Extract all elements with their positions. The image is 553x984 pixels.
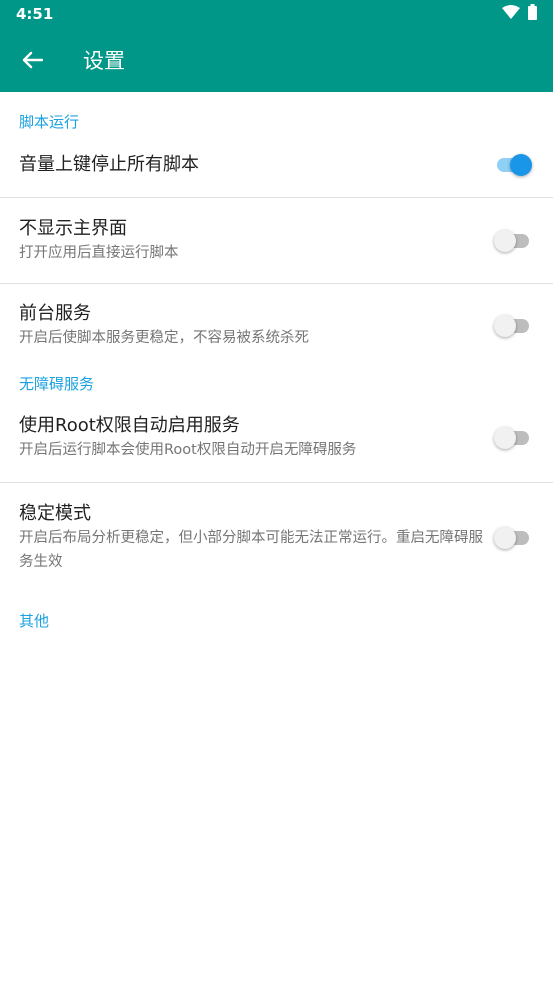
pref-text: 稳定模式 开启后布局分析更稳定，但小部分脚本可能无法正常运行。重启无障碍服务生效 bbox=[19, 502, 495, 574]
status-icons bbox=[502, 4, 537, 24]
switch-thumb bbox=[494, 427, 516, 449]
section-header-accessibility: 无障碍服务 bbox=[19, 375, 95, 393]
volume-up-stop-switch[interactable] bbox=[495, 153, 532, 177]
pref-root-enable[interactable]: 使用Root权限自动启用服务 开启后运行脚本会使用Root权限自动开启无障碍服务 bbox=[0, 394, 553, 482]
switch-thumb bbox=[494, 229, 516, 252]
pref-title: 不显示主界面 bbox=[19, 217, 127, 239]
page-title: 设置 bbox=[83, 49, 125, 73]
pref-summary: 打开应用后直接运行脚本 bbox=[19, 244, 179, 261]
wifi-icon bbox=[502, 5, 520, 23]
pref-title: 前台服务 bbox=[19, 303, 91, 324]
hide-main-switch[interactable] bbox=[494, 229, 531, 253]
foreground-service-switch[interactable] bbox=[494, 314, 531, 338]
arrow-left-icon bbox=[22, 51, 43, 69]
section-header-other: 其他 bbox=[19, 612, 50, 630]
stable-mode-switch[interactable] bbox=[494, 526, 531, 550]
pref-text: 使用Root权限自动启用服务 开启后运行脚本会使用Root权限自动开启无障碍服务 bbox=[19, 414, 495, 462]
root-enable-switch[interactable] bbox=[494, 426, 531, 450]
pref-foreground-service[interactable]: 前台服务 开启后使脚本服务更稳定，不容易被系统杀死 bbox=[0, 284, 553, 368]
status-bar: 4:51 bbox=[0, 0, 553, 28]
pref-text: 前台服务 开启后使脚本服务更稳定，不容易被系统杀死 bbox=[19, 302, 495, 350]
switch-thumb bbox=[494, 527, 516, 549]
app-bar: 设置 bbox=[0, 28, 553, 92]
pref-title: 使用Root权限自动启用服务 bbox=[19, 415, 240, 436]
pref-summary: 开启后运行脚本会使用Root权限自动开启无障碍服务 bbox=[19, 442, 357, 458]
pref-stable-mode[interactable]: 稳定模式 开启后布局分析更稳定，但小部分脚本可能无法正常运行。重启无障碍服务生效 bbox=[0, 483, 553, 593]
pref-title: 稳定模式 bbox=[19, 503, 91, 524]
section-header-script-run: 脚本运行 bbox=[19, 113, 80, 131]
switch-thumb bbox=[510, 153, 532, 176]
battery-icon bbox=[528, 4, 537, 24]
pref-summary: 开启后使脚本服务更稳定，不容易被系统杀死 bbox=[19, 330, 309, 346]
pref-summary: 开启后布局分析更稳定，但小部分脚本可能无法正常运行。重启无障碍服务生效 bbox=[19, 530, 483, 570]
pref-text: 音量上键停止所有脚本 bbox=[19, 153, 495, 177]
switch-thumb bbox=[494, 315, 516, 337]
back-button[interactable] bbox=[20, 48, 44, 72]
status-time: 4:51 bbox=[16, 5, 54, 23]
pref-title: 音量上键停止所有脚本 bbox=[19, 153, 199, 175]
pref-volume-up-stop[interactable]: 音量上键停止所有脚本 bbox=[0, 132, 553, 197]
pref-hide-main[interactable]: 不显示主界面 打开应用后直接运行脚本 bbox=[0, 198, 553, 283]
pref-text: 不显示主界面 打开应用后直接运行脚本 bbox=[19, 217, 495, 265]
